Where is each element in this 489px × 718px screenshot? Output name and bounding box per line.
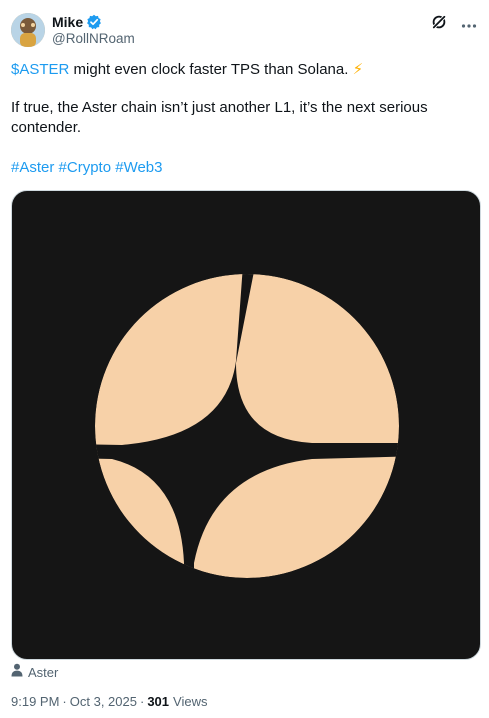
grok-icon[interactable] <box>431 14 447 35</box>
aster-logo <box>95 274 399 578</box>
views-label[interactable]: Views <box>173 694 207 709</box>
tweet-time[interactable]: 9:19 PM <box>11 694 59 709</box>
tweet-text-paragraph-2: If true, the Aster chain isn’t just anot… <box>11 99 428 136</box>
hashtag-crypto[interactable]: #Crypto <box>59 159 112 176</box>
avatar[interactable] <box>11 13 45 47</box>
tagged-user-row[interactable]: Aster <box>11 663 59 682</box>
meta-separator: · <box>62 694 67 709</box>
tagged-user-label: Aster <box>28 664 59 680</box>
author-display-name[interactable]: Mike <box>52 14 83 30</box>
hashtag-row: #Aster #Crypto #Web3 <box>11 158 471 178</box>
lightning-emoji: ⚡ <box>352 61 364 78</box>
verified-badge-icon <box>86 14 102 30</box>
person-tag-icon <box>11 663 23 682</box>
hashtag-aster[interactable]: #Aster <box>11 159 54 176</box>
tweet-card: Mike @RollNRoam $ASTER might even clock … <box>0 0 489 718</box>
cashtag-link[interactable]: $ASTER <box>11 61 69 78</box>
author-handle[interactable]: @RollNRoam <box>52 31 135 46</box>
top-actions <box>431 14 477 35</box>
media-image[interactable] <box>11 190 481 660</box>
hashtag-web3[interactable]: #Web3 <box>115 159 162 176</box>
views-count[interactable]: 301 <box>147 694 169 709</box>
more-options-icon[interactable] <box>461 16 477 34</box>
tweet-meta: 9:19 PM · Oct 3, 2025 · 301 Views <box>11 694 207 709</box>
tweet-text-line-1: $ASTER might even clock faster TPS than … <box>11 60 471 80</box>
tweet-text: might even clock faster TPS than Solana. <box>69 61 353 78</box>
author-name-row[interactable]: Mike <box>52 13 102 31</box>
meta-separator-2: · <box>139 694 145 709</box>
tweet-date[interactable]: Oct 3, 2025 <box>70 694 137 709</box>
